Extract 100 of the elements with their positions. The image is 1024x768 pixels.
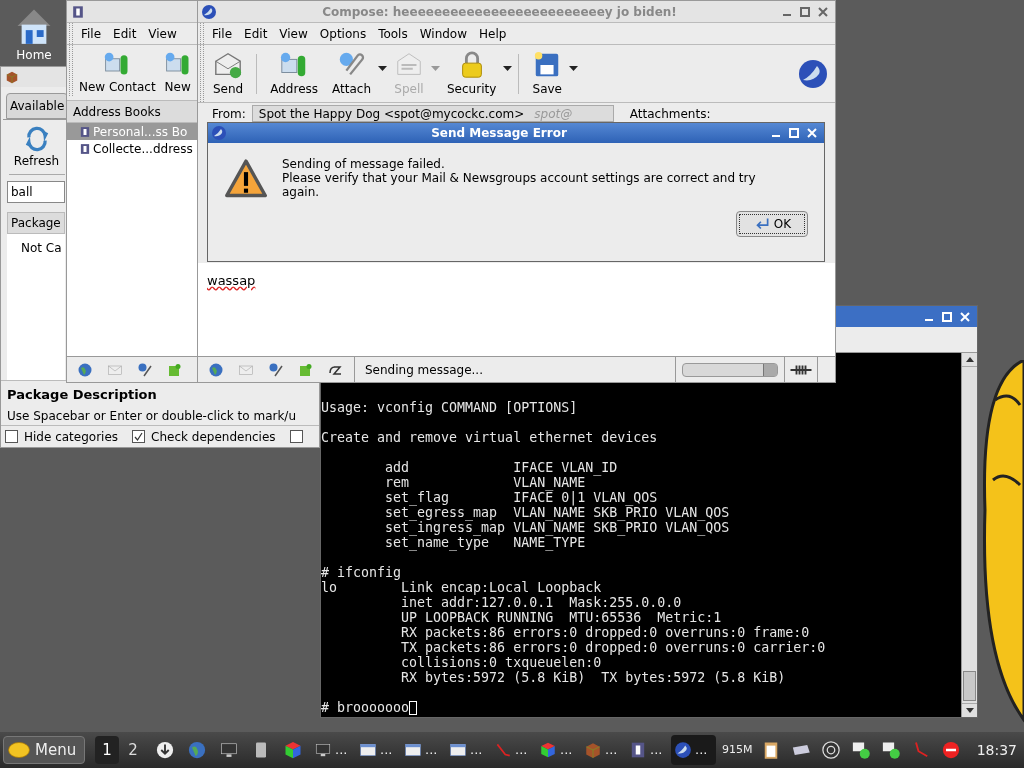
toolbar-button[interactable]: New (159, 50, 196, 96)
window-icon (404, 741, 422, 759)
search-field[interactable]: ball (7, 181, 65, 203)
memory-usage: 915M (722, 741, 753, 758)
task-button[interactable]: ... (491, 735, 536, 765)
terminal-line: lo Link encap:Local Loopback (321, 580, 602, 595)
error-message: Sending of message failed. (282, 157, 446, 171)
clock[interactable]: 18:37 (976, 739, 1017, 761)
terminal-line: set_name_type NAME_TYPE (384, 535, 586, 550)
bird-icon (674, 741, 692, 759)
terminal-line: collisions:0 txqueuelen:0 (400, 655, 602, 670)
chat-icon (850, 740, 871, 760)
ok-button[interactable]: OK (736, 211, 808, 237)
checkbox[interactable] (5, 430, 18, 443)
maximize-button[interactable] (800, 6, 810, 17)
terminal-line: RX packets:86 errors:0 dropped:0 overruns:0 frame:0 (400, 625, 810, 640)
list-row[interactable]: Not Ca (7, 239, 65, 257)
window-icon (449, 741, 467, 759)
task-button[interactable]: ... (581, 735, 626, 765)
menu-item[interactable]: View (273, 24, 314, 43)
column-header[interactable]: Package (7, 212, 65, 234)
monitor-icon (314, 741, 332, 759)
cube-icon (539, 741, 557, 759)
chat-icon (880, 740, 901, 760)
menu-item[interactable]: Options (313, 24, 373, 43)
task-button[interactable]: ... (311, 735, 356, 765)
task-button[interactable]: ... (626, 735, 671, 765)
refresh-button[interactable]: Refresh (9, 126, 64, 170)
toolbar-button[interactable]: Address (263, 49, 326, 98)
dropdown-arrow-icon[interactable] (503, 66, 513, 71)
window-icon (359, 741, 377, 759)
download-icon (155, 740, 175, 760)
pane-header: Address Books (67, 101, 197, 123)
app-logo-icon (797, 57, 829, 90)
task-button[interactable]: ... (401, 735, 446, 765)
menu-item[interactable]: File (206, 24, 239, 43)
option-label: Hide categories (24, 428, 119, 446)
section-title: Package Description (7, 385, 158, 404)
option-label: Check dependencies (151, 428, 276, 446)
terminal-line: # ifconfig (321, 565, 402, 580)
task-button[interactable]: ... (671, 735, 716, 765)
dropdown-arrow-icon[interactable] (378, 66, 387, 71)
menu-item[interactable]: Window (413, 24, 474, 43)
tab[interactable]: Available (6, 93, 69, 119)
toolbar-button[interactable]: New Contact (75, 50, 160, 96)
terminal-line: add IFACE VLAN_ID (384, 460, 618, 475)
message-body[interactable]: wassap (207, 273, 256, 288)
terminal-line: TX packets:86 errors:0 dropped:0 overruns:0 carrier:0 (400, 640, 826, 655)
workspace-button[interactable]: 2 (121, 736, 145, 764)
address-book-icon (79, 142, 91, 155)
dropdown-arrow-icon[interactable] (569, 66, 579, 71)
scrollbar-thumb[interactable] (963, 671, 976, 701)
menu-button[interactable]: Menu (3, 736, 85, 764)
toolbar-button[interactable]: Save (525, 49, 570, 98)
menu-item[interactable]: Help (473, 24, 513, 43)
terminal-line: UP LOOPBACK RUNNING MTU:65536 Metric:1 (400, 610, 722, 625)
scroll-down-arrow-icon[interactable] (965, 708, 974, 713)
text-cursor-icon (409, 700, 418, 715)
globe-icon (208, 361, 224, 378)
menu-item[interactable]: View (142, 24, 183, 43)
from-field[interactable]: Spot the Happy Dog <spot@mycockc.com> spot@ (251, 105, 614, 122)
network-icon (820, 740, 841, 760)
menu-item[interactable]: Edit (238, 24, 274, 43)
description-text: Use Spacebar or Enter or double-click to mark/u (7, 408, 297, 425)
toolbar-button[interactable]: Security (440, 49, 504, 98)
task-button[interactable]: ... (446, 735, 491, 765)
menu-item[interactable]: File (75, 24, 108, 43)
menu-item[interactable]: Tools (372, 24, 414, 43)
address-book-icon (79, 125, 91, 138)
close-button[interactable] (818, 6, 828, 17)
status-text: Sending message... (354, 357, 676, 382)
globe-icon (187, 740, 207, 760)
task-button[interactable]: ... (536, 735, 581, 765)
app-logo-icon (201, 3, 217, 20)
attachments-label: Attachments: (629, 106, 711, 123)
workspace-button[interactable]: 1 (95, 736, 119, 764)
menu-item[interactable]: Edit (107, 24, 143, 43)
scroll-up-arrow-icon[interactable] (965, 357, 974, 362)
error-message: Please verify that your Mail & Newsgroups account settings are correct and try again. (282, 171, 757, 199)
terminal-line: RX bytes:5972 (5.8 KiB) TX bytes:5972 (5.8 KiB) (400, 670, 786, 685)
checkbox[interactable] (289, 430, 303, 443)
checkbox[interactable] (132, 430, 146, 443)
terminal-line: Usage: vconfig COMMAND [OPTIONS] (321, 400, 578, 415)
box-icon (584, 741, 602, 759)
task-button[interactable]: ... (356, 735, 401, 765)
dialog-title: Send Message Error (430, 125, 568, 142)
package-icon (5, 70, 19, 84)
book-icon (629, 741, 647, 759)
toolbar-button[interactable]: Attach (325, 49, 378, 98)
terminal-line: set_egress_map VLAN_NAME SKB_PRIO VLAN_QOS (384, 505, 730, 520)
desktop-icon[interactable]: Home (12, 4, 56, 65)
address-book-item[interactable]: Collecte...ddress (67, 140, 197, 157)
scrollbar[interactable] (961, 353, 977, 717)
cube-icon (283, 740, 303, 760)
stop-icon (940, 740, 961, 760)
puzzle-icon (298, 361, 314, 378)
terminal-line: rem VLAN_NAME (384, 475, 586, 490)
toolbar-button[interactable]: Send (206, 49, 251, 98)
field-label: From: (212, 106, 246, 123)
terminal-prompt[interactable]: # brooooooo (321, 700, 410, 715)
